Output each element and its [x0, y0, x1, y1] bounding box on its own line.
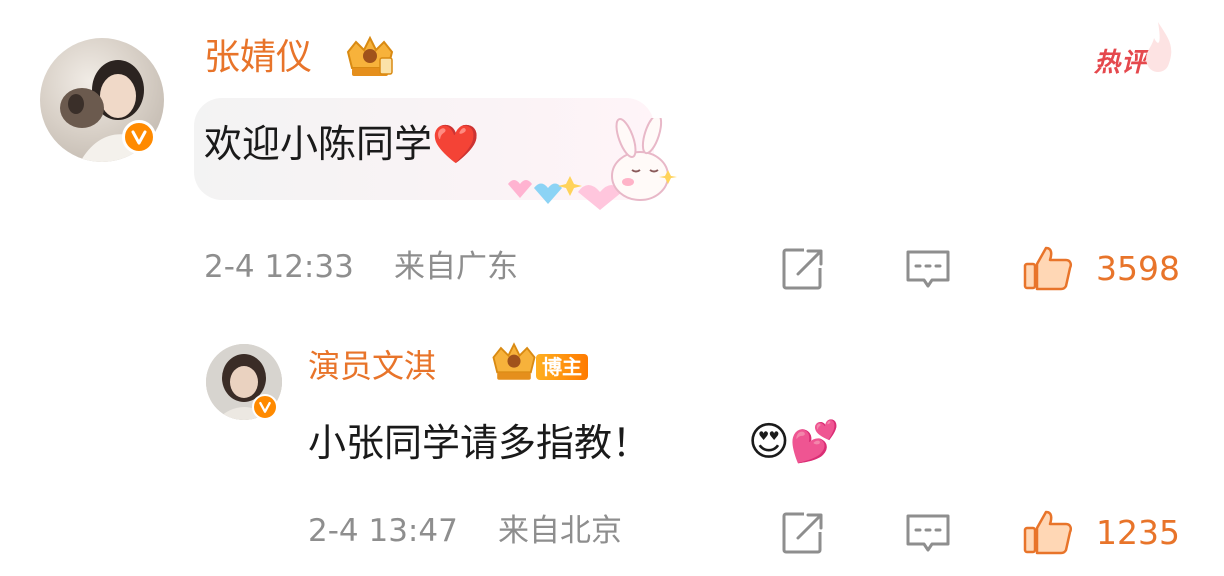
crown-vip-icon: [492, 342, 536, 380]
vip-badge: [340, 34, 400, 86]
username[interactable]: 张婧仪: [204, 40, 312, 76]
share-button[interactable]: [780, 246, 826, 292]
comment-text: 小张同学请多指教！: [308, 421, 651, 465]
comment-timestamp: 2-4 13:47: [308, 513, 458, 549]
username[interactable]: 演员文淇: [308, 350, 436, 382]
comment-card-1: 张婧仪 热评 欢迎小陈同学❤️ 2-4 12:33 来自广东 3598: [0, 0, 1224, 320]
like-count: 3598: [1096, 249, 1180, 288]
verified-badge: [122, 120, 156, 154]
comment-timestamp: 2-4 12:33: [204, 249, 354, 285]
share-icon: [782, 512, 823, 554]
v-verified-icon: [131, 130, 147, 145]
reply-button[interactable]: [904, 510, 952, 556]
comment-icon: [906, 250, 950, 288]
comment-location: 来自北京: [498, 513, 622, 549]
thumbs-up-icon: [1023, 246, 1073, 291]
bunny-hearts-sticker-icon: [500, 113, 680, 214]
comment-text: 欢迎小陈同学❤️: [204, 122, 480, 166]
like-button[interactable]: [1022, 244, 1074, 292]
v-verified-icon: [259, 401, 271, 413]
blogger-tag: 博主: [536, 354, 588, 380]
verified-badge: [252, 394, 278, 420]
thumbs-up-icon: [1023, 510, 1073, 555]
like-count: 1235: [1096, 513, 1180, 552]
comment-icon: [906, 514, 950, 552]
emoji-heart-eyes-icon: 😍💕: [748, 419, 840, 465]
comment-location: 来自广东: [394, 249, 518, 285]
reply-button[interactable]: [904, 246, 952, 292]
vip-badge: [486, 340, 542, 390]
share-button[interactable]: [780, 510, 826, 556]
crown-vip-icon: [346, 35, 394, 76]
comment-card-2: 演员文淇 博主 小张同学请多指教！ 😍💕 2-4 13:47 来自北京 1235: [0, 320, 1224, 576]
like-button[interactable]: [1022, 508, 1074, 556]
flame-decoration-icon: [1138, 20, 1178, 80]
share-icon: [782, 248, 823, 290]
